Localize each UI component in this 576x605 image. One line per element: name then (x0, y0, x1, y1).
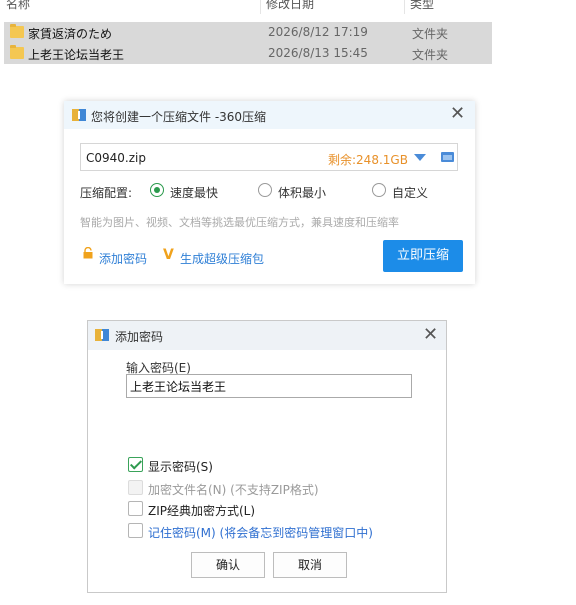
free-space-label: 剩余:248.1GB (328, 153, 408, 167)
radio-fastest-label[interactable]: 速度最快 (170, 184, 218, 201)
column-divider[interactable] (404, 0, 405, 14)
password-value: 上老王论坛当老王 (130, 380, 227, 394)
file-name: 家賃返済のため (28, 27, 113, 41)
folder-icon (10, 45, 24, 59)
zip-classic-label[interactable]: ZIP经典加密方式(L) (148, 502, 255, 519)
compress-dialog: 您将创建一个压缩文件 -360压缩 ✕ C0940.zip 剩余:248.1GB… (64, 101, 475, 284)
column-header-date[interactable]: 修改日期 (266, 0, 314, 12)
dialog-title: 添加密码 (115, 330, 164, 344)
lock-icon (83, 247, 93, 259)
file-name: 上老王论坛当老王 (28, 48, 125, 62)
config-label: 压缩配置: (80, 186, 133, 200)
column-header-type[interactable]: 类型 (410, 0, 434, 12)
file-row[interactable]: 家賃返済のため 2026/8/12 17:19 文件夹 (4, 22, 492, 43)
file-type: 文件夹 (412, 48, 449, 62)
filename-value: C0940.zip (86, 151, 146, 165)
zip-classic-checkbox[interactable] (128, 501, 143, 516)
remember-password-label[interactable]: 记住密码(M) (将会备忘到密码管理窗口中) (148, 524, 373, 541)
password-input[interactable]: 上老王论坛当老王 (126, 374, 412, 398)
file-date: 2026/8/13 15:45 (268, 46, 368, 60)
folder-icon (10, 24, 24, 38)
archive-icon (72, 109, 86, 121)
browse-folder-icon[interactable] (441, 152, 454, 162)
super-zip-icon: V (163, 247, 174, 263)
dialog-titlebar[interactable]: 您将创建一个压缩文件 -360压缩 ✕ (64, 101, 475, 129)
dialog-titlebar[interactable]: 添加密码 ✕ (88, 321, 446, 350)
dialog-title: 您将创建一个压缩文件 -360压缩 (91, 110, 267, 124)
show-password-label[interactable]: 显示密码(S) (148, 458, 213, 475)
add-password-link[interactable]: 添加密码 (99, 250, 147, 267)
radio-fastest[interactable] (150, 183, 164, 197)
super-zip-link[interactable]: 生成超级压缩包 (180, 250, 264, 267)
compress-now-button[interactable]: 立即压缩 (383, 240, 463, 272)
cancel-button[interactable]: 取消 (273, 552, 347, 578)
confirm-button[interactable]: 确认 (191, 552, 265, 578)
radio-custom-label[interactable]: 自定义 (392, 184, 428, 201)
file-explorer: 名称 修改日期 类型 家賃返済のため 2026/8/12 17:19 文件夹 上… (0, 0, 576, 70)
column-divider[interactable] (260, 0, 261, 14)
encrypt-filenames-checkbox[interactable] (128, 480, 143, 495)
column-header-name[interactable]: 名称 (6, 0, 30, 12)
file-date: 2026/8/12 17:19 (268, 25, 368, 39)
filename-input[interactable]: C0940.zip 剩余:248.1GB (80, 143, 458, 171)
file-row[interactable]: 上老王论坛当老王 2026/8/13 15:45 文件夹 (4, 43, 492, 64)
show-password-checkbox[interactable] (128, 457, 143, 472)
encrypt-filenames-label: 加密文件名(N) (不支持ZIP格式) (148, 483, 319, 497)
compression-hint: 智能为图片、视频、文档等挑选最优压缩方式，兼具速度和压缩率 (80, 216, 399, 229)
chevron-down-icon[interactable] (414, 154, 426, 161)
file-type: 文件夹 (412, 27, 449, 41)
remember-password-checkbox[interactable] (128, 523, 143, 538)
close-icon[interactable]: ✕ (423, 326, 438, 344)
archive-icon (95, 329, 109, 341)
password-dialog: 添加密码 ✕ 输入密码(E) 上老王论坛当老王 显示密码(S) 加密文件名(N)… (87, 320, 447, 593)
radio-custom[interactable] (372, 183, 386, 197)
radio-smallest-label[interactable]: 体积最小 (278, 184, 326, 201)
radio-smallest[interactable] (258, 183, 272, 197)
close-icon[interactable]: ✕ (450, 105, 465, 123)
